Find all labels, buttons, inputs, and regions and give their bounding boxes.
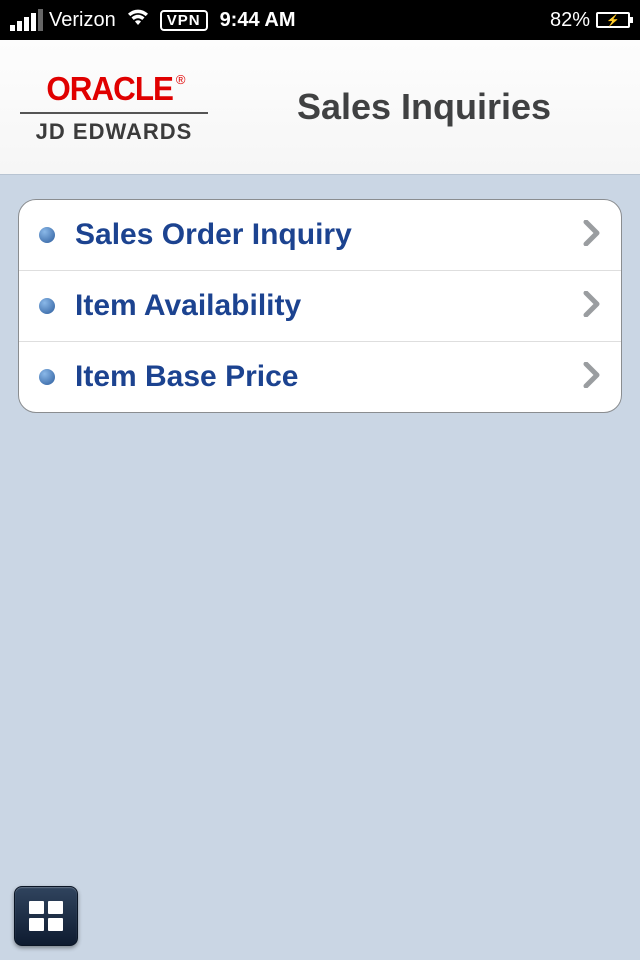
chevron-right-icon (583, 362, 601, 393)
vpn-badge: VPN (160, 10, 208, 31)
signal-icon (10, 9, 43, 31)
brand-secondary-text: JD EDWARDS (36, 119, 193, 145)
chevron-right-icon (583, 220, 601, 251)
battery-icon: ⚡ (596, 12, 630, 28)
brand-primary-text: ORACLE (46, 70, 173, 108)
menu-item-label: Item Base Price (75, 360, 583, 394)
brand-logo: ORACLE ® JD EDWARDS (20, 70, 208, 145)
menu-item-label: Sales Order Inquiry (75, 218, 583, 252)
carrier-label: Verizon (49, 9, 116, 32)
menu-item-item-base-price[interactable]: Item Base Price (19, 342, 621, 412)
bullet-icon (39, 369, 55, 385)
registered-mark: ® (176, 72, 186, 87)
status-bar: Verizon VPN 9:44 AM 82% ⚡ (0, 0, 640, 40)
battery-percentage: 82% (550, 9, 590, 32)
bullet-icon (39, 227, 55, 243)
status-time: 9:44 AM (220, 9, 296, 32)
brand-divider (20, 112, 208, 114)
menu-item-item-availability[interactable]: Item Availability (19, 271, 621, 342)
bullet-icon (39, 298, 55, 314)
apps-grid-button[interactable] (14, 886, 78, 946)
content-area: Sales Order Inquiry Item Availability It… (0, 175, 640, 437)
menu-item-label: Item Availability (75, 289, 583, 323)
app-header: ORACLE ® JD EDWARDS Sales Inquiries (0, 40, 640, 175)
menu-panel: Sales Order Inquiry Item Availability It… (18, 199, 622, 413)
wifi-icon (126, 8, 150, 32)
menu-item-sales-order-inquiry[interactable]: Sales Order Inquiry (19, 200, 621, 271)
chevron-right-icon (583, 291, 601, 322)
page-title: Sales Inquiries (248, 86, 620, 128)
grid-icon (29, 901, 63, 931)
